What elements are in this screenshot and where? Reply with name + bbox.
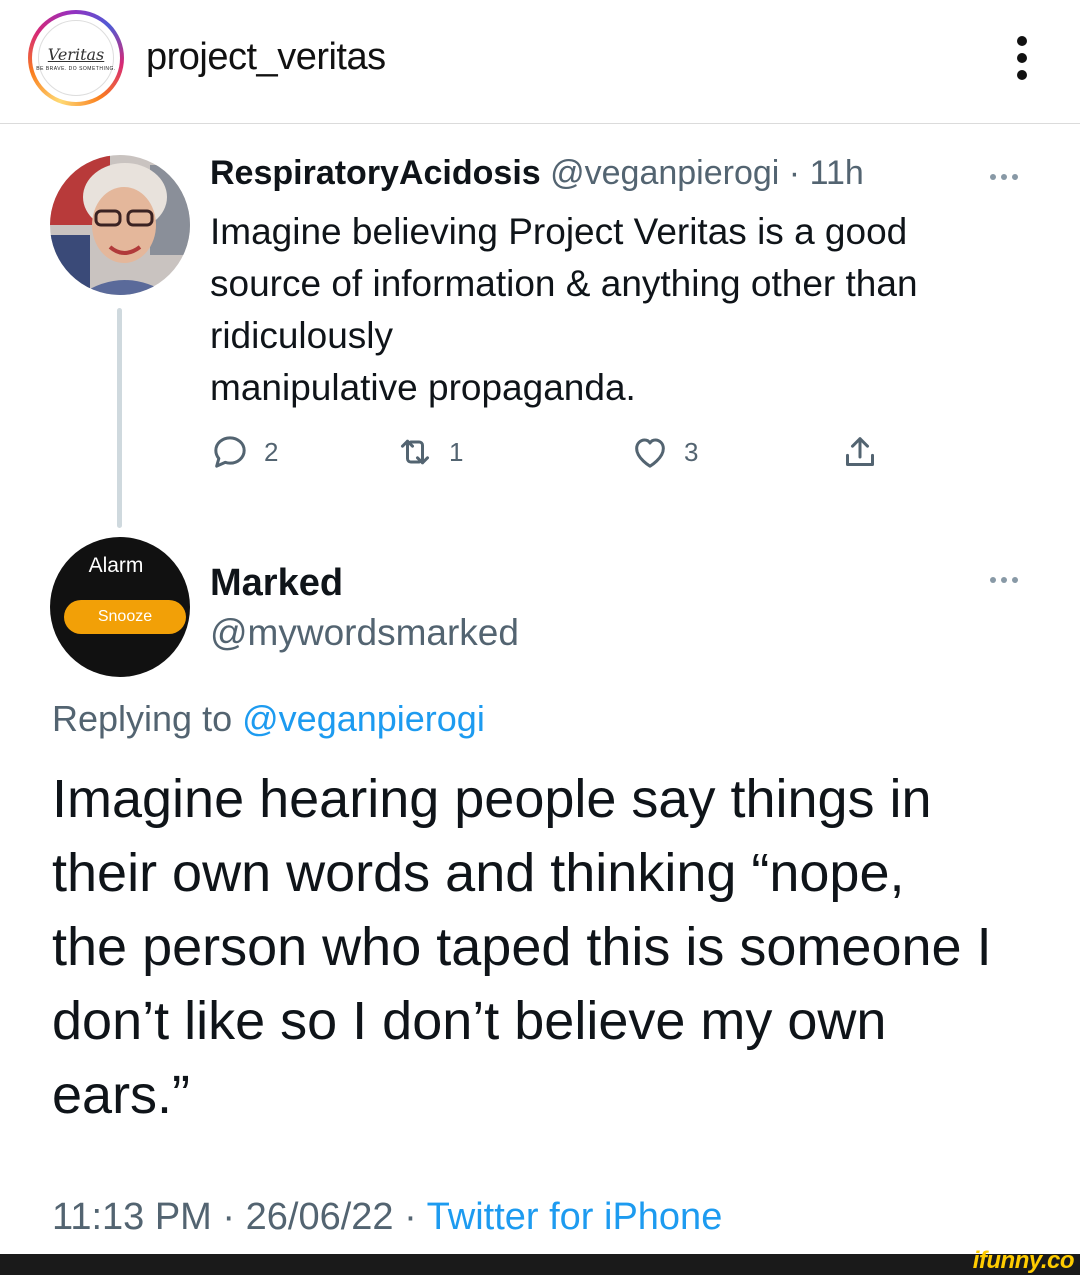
meta-separator: · [404, 1196, 417, 1238]
avatar-snooze-pill: Snooze [64, 600, 186, 634]
logo-tagline: BE BRAVE. DO SOMETHING. [36, 65, 116, 72]
like-count: 3 [684, 436, 699, 467]
tweet-text-line: the person who taped this is someone I [52, 917, 992, 977]
like-button[interactable]: 3 [630, 432, 698, 472]
replying-to: Replying to @veganpierogi [52, 698, 485, 740]
tweet-text-line: ridiculously [210, 315, 394, 356]
tweet-text-line: ears.” [52, 1065, 191, 1125]
tweet-time[interactable]: 11h [810, 154, 864, 192]
user-avatar[interactable] [50, 155, 190, 295]
tweet-text-line: don’t like so I don’t believe my own [52, 991, 887, 1051]
display-name[interactable]: RespiratoryAcidosis [210, 154, 541, 192]
reply-count: 2 [264, 436, 279, 467]
tweet-timestamp: 11:13 PM · 26/06/22 · Twitter for iPhone [52, 1196, 722, 1239]
avatar-alarm-text: Alarm [88, 554, 144, 577]
tweet-actions: 2 1 3 [210, 432, 910, 476]
profile-username[interactable]: project_veritas [146, 36, 386, 79]
retweet-icon [401, 439, 429, 465]
tweet-text-line: Imagine believing Project Veritas is a g… [210, 211, 908, 252]
display-name[interactable]: Marked [210, 562, 343, 605]
vertical-ellipsis-icon[interactable] [1010, 36, 1034, 80]
veritas-logo: Veritas BE BRAVE. DO SOMETHING. [36, 20, 116, 96]
reply-icon [214, 436, 246, 468]
tweet-text: Imagine believing Project Veritas is a g… [210, 206, 1030, 414]
logo-wordmark: Veritas [47, 44, 105, 64]
share-icon [846, 437, 874, 466]
heart-icon [635, 438, 665, 468]
tweet-text-line: their own words and thinking “nope, [52, 843, 905, 903]
replying-prefix: Replying to [52, 698, 233, 739]
tweet-text-line: manipulative propaganda. [210, 367, 636, 408]
thread-connector-line [117, 308, 122, 528]
meta-separator: · [788, 154, 801, 192]
share-button[interactable] [840, 432, 880, 472]
user-handle[interactable]: @veganpierogi [550, 154, 779, 192]
tweet-date[interactable]: 26/06/22 [246, 1196, 394, 1238]
replying-to-mention[interactable]: @veganpierogi [242, 698, 485, 739]
reply-button[interactable]: 2 [210, 432, 278, 472]
more-options-icon[interactable] [990, 577, 1018, 583]
ifunny-watermark: ifunny.co [972, 1247, 1075, 1274]
watermark-bar [0, 1254, 1080, 1275]
tweet-time[interactable]: 11:13 PM [52, 1196, 212, 1238]
tweet-header: RespiratoryAcidosis @veganpierogi · 11h [210, 154, 864, 193]
tweet-text: Imagine hearing people say things in the… [52, 762, 1052, 1132]
profile-avatar[interactable]: Veritas BE BRAVE. DO SOMETHING. [28, 10, 124, 106]
tweet-text-line: source of information & anything other t… [210, 263, 918, 304]
more-options-icon[interactable] [990, 174, 1018, 180]
retweet-count: 1 [449, 436, 464, 467]
tweet-text-line: Imagine hearing people say things in [52, 769, 932, 829]
user-avatar[interactable]: Alarm Snooze [50, 537, 190, 677]
meta-separator: · [222, 1196, 236, 1238]
retweet-button[interactable]: 1 [395, 432, 463, 472]
user-handle[interactable]: @mywordsmarked [210, 612, 519, 654]
instagram-post-header: Veritas BE BRAVE. DO SOMETHING. project_… [0, 0, 1080, 124]
tweet-source[interactable]: Twitter for iPhone [427, 1196, 723, 1238]
